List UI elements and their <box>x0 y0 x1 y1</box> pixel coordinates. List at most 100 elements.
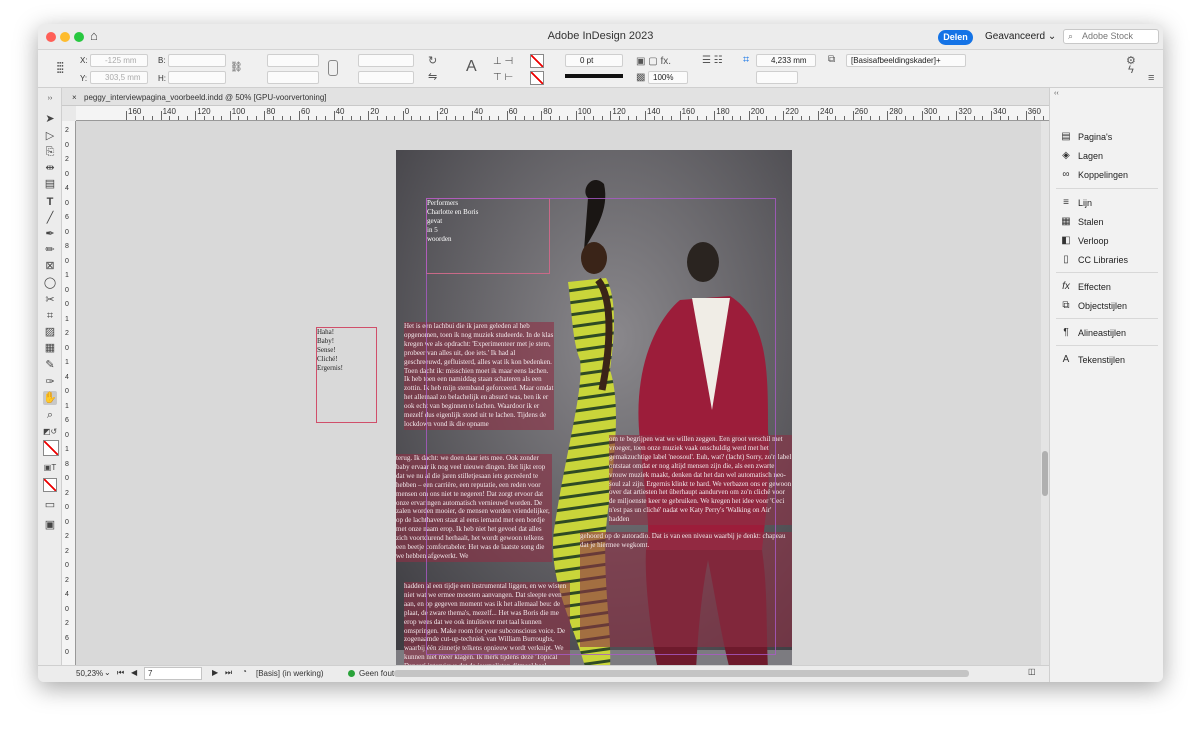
scale-x-field[interactable] <box>267 54 319 67</box>
vertical-ruler[interactable]: 2 0 2 0 4 0 6 0 8 0 1 0 0 1 2 0 1 4 0 1 6 0 1 8 0 2 0 0 2 2 0 2 4 0 2 6 0 <box>62 121 76 665</box>
vertical-scroll-thumb[interactable] <box>1042 451 1048 496</box>
panel-item-object-styles[interactable]: ⧉ Objectstijlen <box>1060 297 1127 315</box>
open-page-icon[interactable]: ◔ <box>242 667 247 676</box>
reference-point-icon[interactable]: ⁞⁞⁞ <box>56 60 64 77</box>
stroke-weight-field[interactable]: 0 pt <box>565 54 623 67</box>
rectangle-frame-tool-icon[interactable]: ⊠ <box>43 259 57 273</box>
frame-fitting-icon[interactable]: ▣ ▢ fx. <box>636 56 671 67</box>
constrain-proportions-icon[interactable]: ⛓ <box>230 62 243 73</box>
size-field[interactable]: 4,233 mm <box>756 54 816 67</box>
horizontal-ruler[interactable]: 160 140 120 100 80 60 40 20 0 20 40 60 80 100 120 140 16… <box>76 106 1049 121</box>
scissors-tool-icon[interactable]: ✂ <box>43 293 57 307</box>
canvas[interactable]: Haha! Baby! Sense! Cliché! Ergernis! Per… <box>76 121 1041 665</box>
ruler-tick <box>203 116 205 120</box>
corner-shape-field[interactable] <box>756 71 798 84</box>
text-wrap-icon[interactable]: ☰ ☷ <box>702 55 723 66</box>
first-page-icon[interactable]: ⏮ <box>117 668 124 678</box>
align-icon[interactable]: ⊥ ⊣ <box>493 56 513 67</box>
note-tool-icon[interactable]: ✎ <box>43 358 57 372</box>
last-page-icon[interactable]: ⏭ <box>225 668 232 678</box>
page-tool-icon[interactable]: ⎘ <box>43 145 57 159</box>
panel-item-character-styles[interactable]: A Tekenstijlen <box>1060 351 1125 369</box>
fill-swatch-icon[interactable] <box>530 54 544 68</box>
flip-icon[interactable]: ⇋ <box>428 70 437 83</box>
content-collector-icon[interactable]: ▤ <box>43 177 57 191</box>
scale-y-field[interactable] <box>267 71 319 84</box>
ruler-tick <box>489 116 491 120</box>
panel-item-cc-libraries[interactable]: ▯ CC Libraries <box>1060 251 1128 269</box>
x-position-field[interactable]: -125 mm <box>90 54 148 67</box>
formatting-container-icon[interactable]: ▣T <box>43 461 57 475</box>
eyedropper-tool-icon[interactable]: ✑ <box>43 375 57 389</box>
type-on-path-icon[interactable]: A <box>466 58 477 76</box>
stroke-type-swatch[interactable] <box>565 74 623 78</box>
pasteboard-text-frame[interactable]: Haha! Baby! Sense! Cliché! Ergernis! <box>316 327 377 423</box>
gap-tool-icon[interactable]: ⇹ <box>43 161 57 175</box>
horizontal-scroll-thumb[interactable] <box>394 670 969 677</box>
direct-selection-tool-icon[interactable]: ▷ <box>43 129 57 143</box>
workspace-switcher[interactable]: Geavanceerd ⌄ <box>985 31 1056 42</box>
page-number-field[interactable]: 7 <box>144 667 202 680</box>
vertical-scrollbar[interactable] <box>1041 121 1049 665</box>
apply-none-icon[interactable] <box>43 478 57 492</box>
pencil-tool-icon[interactable]: ✏ <box>43 243 57 257</box>
next-page-icon[interactable]: ▶ <box>212 668 218 677</box>
gradient-tool-icon[interactable]: ▨ <box>43 325 57 339</box>
selection-tool-icon[interactable]: ➤ <box>43 112 57 126</box>
chevron-down-icon[interactable]: ⌄ <box>104 668 111 677</box>
constrain-scale-icon[interactable] <box>328 60 338 76</box>
gradient-feather-tool-icon[interactable]: ▦ <box>43 341 57 355</box>
panel-item-stroke[interactable]: ≡ Lijn <box>1060 194 1092 212</box>
object-style-icon[interactable]: ⧉ <box>828 54 835 65</box>
panel-item-swatches[interactable]: ▦ Stalen <box>1060 213 1103 231</box>
ruler-label: 0 <box>65 475 69 482</box>
rotate-icon[interactable]: ↻ <box>428 54 437 67</box>
ellipse-tool-icon[interactable]: ◯ <box>43 276 57 290</box>
pen-tool-icon[interactable]: ✒ <box>43 227 57 241</box>
default-colors-icon[interactable]: ◩↺ <box>43 425 57 439</box>
panel-item-links[interactable]: ∞ Koppelingen <box>1060 166 1128 184</box>
panel-item-gradient[interactable]: ◧ Verloop <box>1060 232 1108 250</box>
share-button[interactable]: Delen <box>938 30 973 45</box>
lightning-icon[interactable]: ϟ <box>1128 64 1134 76</box>
split-window-icon[interactable]: ◫ <box>1028 667 1036 676</box>
ruler-tick <box>982 116 984 120</box>
zoom-level[interactable]: 50,23% <box>76 669 103 678</box>
adobe-stock-search[interactable]: ⌕ Adobe Stock <box>1063 29 1159 44</box>
stock-placeholder: Adobe Stock <box>1082 31 1134 41</box>
view-mode-icon[interactable]: ▣ <box>43 518 57 532</box>
distribute-icon[interactable]: ⊤ ⊢ <box>493 72 513 83</box>
panel-item-paragraph-styles[interactable]: ¶ Alineastijlen <box>1060 324 1126 342</box>
fill-stroke-swatch-icon[interactable] <box>43 440 59 456</box>
hand-tool-icon[interactable]: ✋ <box>43 391 57 405</box>
collapse-arrows-icon[interactable]: ›› <box>43 92 57 106</box>
free-transform-tool-icon[interactable]: ⌗ <box>43 309 57 323</box>
panel-item-layers[interactable]: ◈ Lagen <box>1060 147 1103 165</box>
close-tab-icon[interactable]: × <box>72 90 77 105</box>
panel-item-pages[interactable]: ▤ Pagina's <box>1060 128 1112 146</box>
panel-item-effects[interactable]: fx Effecten <box>1060 278 1111 296</box>
ruler-tick <box>350 116 352 120</box>
rotate-angle-field[interactable] <box>358 54 414 67</box>
screen-mode-icon[interactable]: ▭ <box>43 498 57 512</box>
opacity-field[interactable]: 100% <box>648 71 688 84</box>
object-style-dropdown[interactable]: [Basisafbeeldingskader]+ <box>846 54 966 67</box>
previous-page-icon[interactable]: ◀ <box>131 668 137 677</box>
collapse-panels-icon[interactable]: ‹‹ <box>1054 90 1059 97</box>
ruler-tick <box>394 116 396 120</box>
document-page[interactable]: Performers Charlotte en Boris gevat in 5… <box>396 150 792 665</box>
shear-angle-field[interactable] <box>358 71 414 84</box>
type-tool-icon[interactable]: T <box>43 195 57 209</box>
ruler-label: 140 <box>647 107 661 116</box>
width-field[interactable] <box>168 54 226 67</box>
menu-icon[interactable]: ≡ <box>1148 72 1154 84</box>
stroke-swatch-icon[interactable] <box>530 71 544 85</box>
line-tool-icon[interactable]: ╱ <box>43 211 57 225</box>
corner-options-icon[interactable]: ⌗ <box>743 54 749 67</box>
document-tab[interactable]: × peggy_interviewpagina_voorbeeld.indd @… <box>70 90 327 105</box>
y-position-field[interactable]: 303,5 mm <box>90 71 148 84</box>
opacity-icon[interactable]: ▩ <box>636 72 645 83</box>
height-field[interactable] <box>168 71 226 84</box>
master-status[interactable]: [Basis] (in werking) <box>256 669 324 678</box>
zoom-tool-icon[interactable]: ⌕ <box>43 408 57 422</box>
